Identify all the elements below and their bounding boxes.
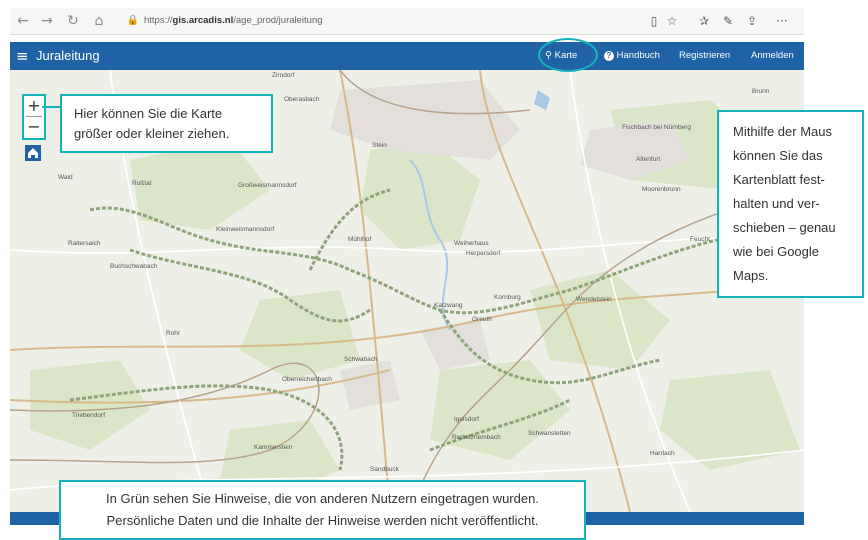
nav-handbuch[interactable]: ? Handbuch [604, 49, 660, 63]
map-label: Roßtal [132, 180, 152, 187]
refresh-icon[interactable]: ↻ [64, 12, 82, 30]
map-label: Weiherhaus [454, 240, 489, 247]
callout-notes: In Grün sehen Sie Hinweise, die von ande… [59, 480, 586, 540]
map-label: Fischbach bei Nürnberg [622, 124, 692, 131]
home-icon[interactable]: ⌂ [90, 12, 108, 30]
map-label: Rohr [166, 330, 181, 337]
map-label: Oberreichenbach [282, 376, 332, 383]
map-label: Kornburg [494, 294, 521, 301]
map-label: Brunn [752, 88, 770, 95]
favorites-bar-icon[interactable]: ✰ [696, 12, 712, 30]
nav-anmelden[interactable]: Anmelden [751, 49, 794, 63]
callout-zoom: Hier können Sie die Karte größer oder kl… [60, 94, 273, 153]
map-label: Zirndorf [272, 72, 295, 79]
question-icon: ? [604, 51, 614, 61]
map-label: Schwanstetten [528, 430, 571, 437]
browser-toolbar: ← → ↻ ⌂ 🔒 https://gis.arcadis.nl/age_pro… [10, 8, 804, 35]
address-bar[interactable]: https://gis.arcadis.nl/age_prod/juraleit… [144, 11, 664, 31]
zoom-out-button[interactable]: − [24, 117, 44, 137]
share-icon[interactable]: ⇪ [744, 12, 760, 30]
map-label: Oberasbach [284, 96, 320, 103]
nav-handbuch-label: Handbuch [616, 50, 660, 61]
url-path: /age_prod/juraleitung [233, 15, 323, 26]
map-label: Greuth [472, 316, 492, 323]
more-icon[interactable]: ··· [774, 12, 790, 30]
zoom-control: + − [22, 94, 46, 140]
app-header: ≡ Juraleitung ⚲ Karte ? Handbuch Registr… [10, 42, 804, 70]
map-label: Großweismannsdorf [238, 182, 297, 189]
callout-connector [42, 106, 60, 108]
nav-registrieren[interactable]: Registrieren [679, 49, 730, 63]
app-title: Juraleitung [36, 48, 100, 63]
map-label: Schwabach [344, 356, 378, 363]
favorite-icon[interactable]: ☆ [664, 12, 680, 30]
map-label: Sandbuck [370, 466, 399, 473]
map-label: Buchschwabach [110, 263, 158, 270]
map-label: Wald [58, 174, 73, 181]
callout-drag: Mithilfe der Maus können Sie das Kartenb… [717, 110, 864, 298]
map-label: Stein [372, 142, 387, 149]
map-label: Mühlhof [348, 236, 372, 243]
map-label: Altenfurt [636, 156, 661, 163]
back-icon[interactable]: ← [14, 12, 32, 30]
map-label: Triebendorf [72, 412, 105, 419]
map-label: Feucht [690, 236, 710, 243]
map-label: Kammerstein [254, 444, 293, 451]
home-icon [28, 148, 38, 158]
map-label: Herpersdorf [466, 250, 501, 257]
forward-icon[interactable]: → [38, 12, 56, 30]
map-label: Kleinweismannsdorf [216, 226, 275, 233]
lock-icon: 🔒 [126, 15, 140, 26]
zoom-in-button[interactable]: + [24, 96, 44, 116]
map-label: Katzwang [434, 302, 463, 309]
menu-icon[interactable]: ≡ [16, 47, 29, 65]
highlight-ring-karte [538, 38, 598, 72]
map-label: Raitersaich [68, 240, 101, 247]
map-label: Wendelstein [576, 296, 612, 303]
url-host: gis.arcadis.nl [172, 15, 234, 26]
reading-view-icon[interactable]: ▯ [646, 12, 662, 30]
map-label: Igelsdorf [454, 416, 479, 423]
map-label: Rednitzhembach [452, 434, 501, 441]
url-prefix: https:// [144, 15, 173, 26]
pen-icon[interactable]: ✎ [720, 12, 736, 30]
map-label: Moorenbrunn [642, 186, 681, 193]
map-label: Harrlach [650, 450, 675, 457]
home-extent-button[interactable] [25, 145, 41, 161]
